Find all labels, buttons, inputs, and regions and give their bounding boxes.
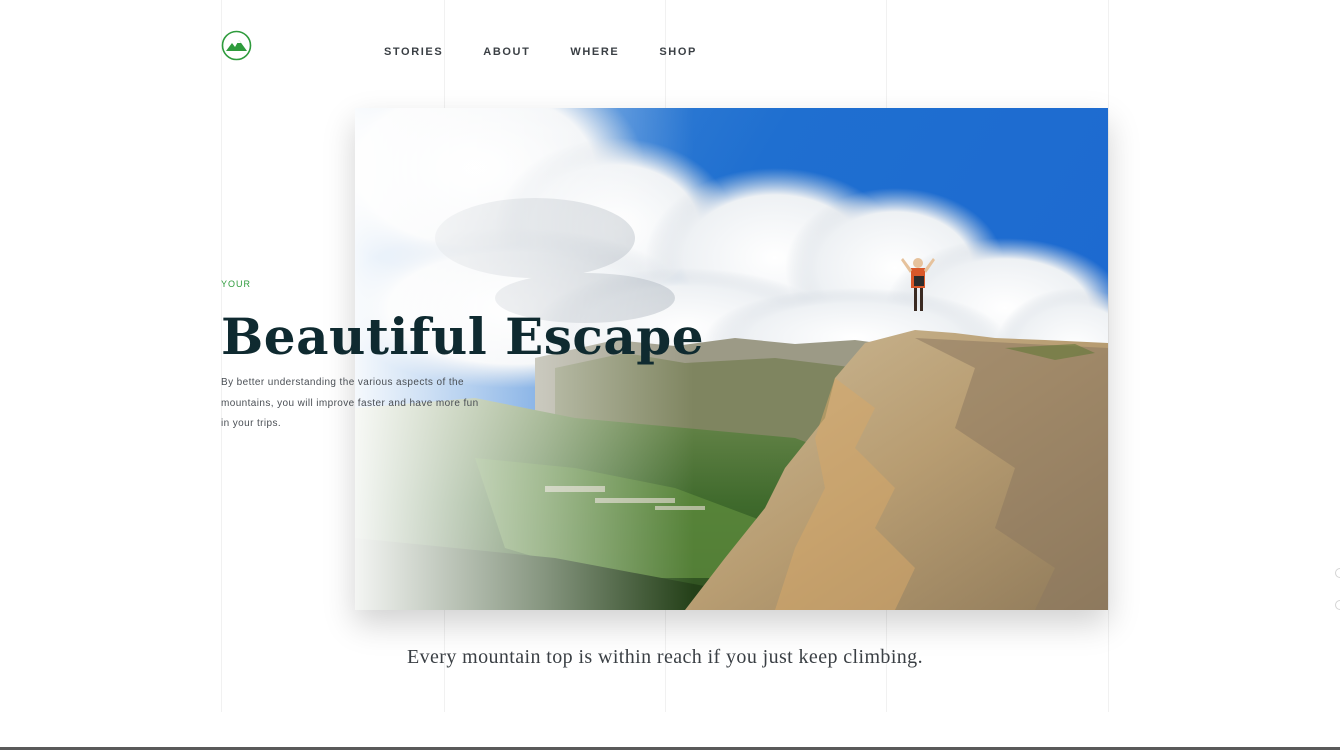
mountain-logo-icon[interactable] [221,30,252,61]
slider-dot[interactable] [1335,600,1340,610]
nav-item-where[interactable]: WHERE [570,46,619,58]
main-nav: STORIES ABOUT WHERE SHOP [384,46,697,58]
hero-kicker: YOUR [221,279,252,289]
hero-quote: Every mountain top is within reach if yo… [407,646,923,668]
hero-description: By better understanding the various aspe… [221,377,479,429]
grid-line [1108,0,1109,712]
slider-dot[interactable] [1335,568,1340,578]
nav-item-shop[interactable]: SHOP [659,46,697,58]
page: STORIES ABOUT WHERE SHOP YOUR Beautiful … [0,0,1340,750]
nav-item-stories[interactable]: STORIES [384,46,443,58]
page-title: Beautiful Escape [221,307,705,366]
nav-item-about[interactable]: ABOUT [483,46,530,58]
